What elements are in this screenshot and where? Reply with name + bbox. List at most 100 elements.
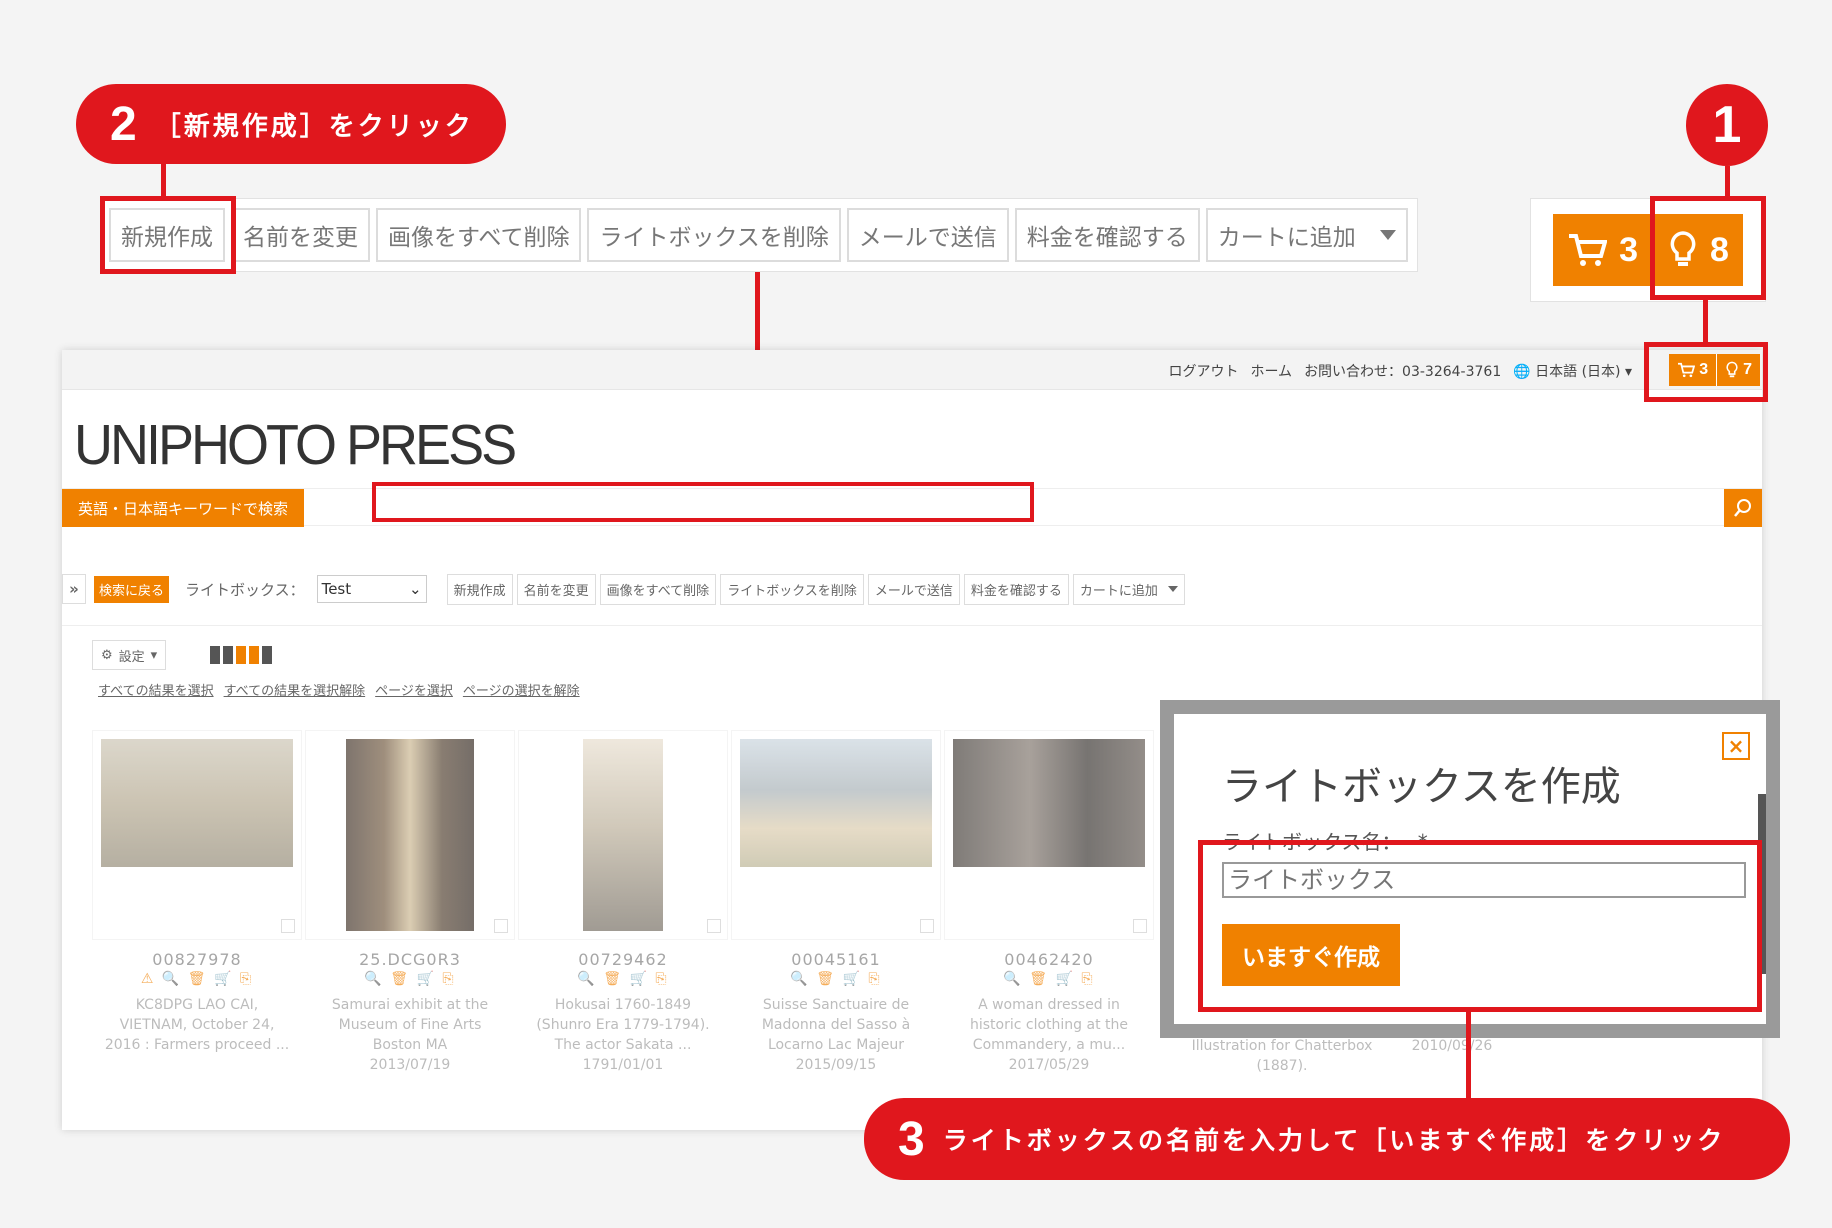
delete-lightbox-button[interactable]: ライトボックスを削除 [587,208,841,262]
deselect-all-link[interactable]: すべての結果を選択解除 [224,680,366,699]
settings-dropdown[interactable]: ⚙ 設定 ▾ [92,640,167,670]
callout-step1: 1 [1686,84,1768,166]
divider [62,625,1762,626]
result-desc-line: KC8DPG LAO CAI, [135,997,259,1013]
deselect-page-link[interactable]: ページの選択を解除 [463,680,580,699]
result-card[interactable] [731,730,941,940]
result-card[interactable] [92,730,302,940]
zoomed-cart-button[interactable]: 3 [1553,214,1652,286]
callout-step3-text: ライトボックスの名前を入力して［いますぐ作成］をクリック [942,1126,1726,1155]
double-chevron-icon[interactable]: » [62,574,86,604]
site-logo[interactable]: UNIPHOTO PRESS [74,412,517,477]
result-desc-line: Madonna del Sasso à [761,1017,911,1033]
callout-step1-connector [1725,166,1730,196]
result-meta: 25.DCG0R3 🔍 🗑 🛒 ⎘ Samurai exhibit at the… [305,950,515,1075]
logout-link[interactable]: ログアウト [1168,361,1238,381]
result-card[interactable] [944,730,1154,940]
action-icons[interactable]: 🔍 🗑 🛒 ⎘ [305,971,515,993]
result-desc-line: Samurai exhibit at the [331,997,489,1013]
list-icon[interactable] [262,646,272,664]
callout-step2-connector [161,164,166,198]
thumbnail-image[interactable] [740,739,932,867]
thumbnail-image[interactable] [583,739,663,931]
lightbox-select[interactable]: Test ⌄ [316,575,427,603]
callout-step3: 3 ライトボックスの名前を入力して［いますぐ作成］をクリック [864,1098,1790,1180]
callout-step2: 2 ［新規作成］をクリック [76,84,506,164]
top-bar: ログアウト ホーム お問い合わせ：03-3264-3761 🌐 日本語 (日本)… [62,350,1762,390]
small-add-cart-label: カートに追加 [1079,583,1158,599]
search-label: 英語・日本語キーワードで検索 [62,489,305,527]
result-id: 00827978 [152,950,242,969]
add-to-cart-label: カートに追加 [1217,225,1356,251]
chevron-down-icon: ▾ [150,647,158,663]
send-email-button[interactable]: メールで送信 [846,208,1009,262]
small-delete-images-button[interactable]: 画像をすべて削除 [599,573,717,605]
language-label: 日本語 (日本) [1535,364,1621,380]
small-email-button[interactable]: メールで送信 [867,573,960,605]
view-toggle[interactable] [210,646,272,664]
chevron-down-icon [1379,230,1396,240]
back-to-search-button[interactable]: 検索に戻る [94,575,170,603]
small-delete-lightbox-button[interactable]: ライトボックスを削除 [720,573,864,605]
select-all-link[interactable]: すべての結果を選択 [98,680,214,699]
lightbox-toolbar: 新規作成 名前を変更 画像をすべて削除 ライトボックスを削除 メールで送信 料金… [446,573,1185,605]
zoomed-cart-count: 3 [1619,230,1638,269]
result-desc-line: VIETNAM, October 24, [119,1017,275,1033]
search-icon[interactable] [1724,489,1762,527]
zoomed-toolbar: 新規作成 名前を変更 画像をすべて削除 ライトボックスを削除 メールで送信 料金… [100,198,1418,272]
select-checkbox[interactable] [494,919,508,933]
highlight-dialog-form [1198,840,1762,1012]
result-meta: 00045161 🔍 🗑 🛒 ⎘ Suisse Sanctuaire de Ma… [731,950,941,1075]
small-rename-button[interactable]: 名前を変更 [516,573,596,605]
select-checkbox[interactable] [1133,919,1147,933]
result-desc-line: (1887). [1256,1058,1308,1074]
action-icons[interactable]: 🔍 🗑 🛒 ⎘ [518,971,728,993]
check-price-button[interactable]: 料金を確認する [1014,208,1200,262]
select-checkbox[interactable] [920,919,934,933]
result-card[interactable] [305,730,515,940]
result-desc-line: Boston MA [372,1037,448,1053]
highlight-small-toolbar [372,482,1034,522]
result-desc-line: Museum of Fine Arts [338,1017,482,1033]
delete-all-images-button[interactable]: 画像をすべて削除 [376,208,582,262]
small-price-button[interactable]: 料金を確認する [963,573,1069,605]
result-cards [92,730,1154,940]
select-checkbox[interactable] [281,919,295,933]
rename-button[interactable]: 名前を変更 [231,208,370,262]
thumbnail-image[interactable] [101,739,293,867]
result-card[interactable] [518,730,728,940]
language-select[interactable]: 🌐 日本語 (日本) ▾ [1513,361,1632,381]
small-new-button[interactable]: 新規作成 [446,573,513,605]
result-desc-line: Commandery, a mu... [972,1037,1126,1053]
result-id: 00045161 [791,950,881,969]
contact-text: お問い合わせ：03-3264-3761 [1304,364,1502,380]
result-date: 2013/07/19 [369,1057,451,1073]
result-desc-line: Suisse Sanctuaire de [762,997,910,1013]
lightbox-row: » 検索に戻る ライトボックス： Test ⌄ 新規作成 名前を変更 画像をすべ… [62,572,1762,606]
result-meta: 00729462 🔍 🗑 🛒 ⎘ Hokusai 1760-1849 (Shun… [518,950,728,1075]
grid-medium-icon[interactable] [236,646,246,664]
thumbnail-image[interactable] [346,739,474,931]
selection-links: すべての結果を選択 すべての結果を選択解除 ページを選択 ページの選択を解除 [98,680,580,699]
action-icons[interactable]: ⚠ 🔍 🗑 🛒 ⎘ [92,971,302,993]
settings-label: 設定 [118,649,145,665]
select-checkbox[interactable] [707,919,721,933]
add-to-cart-dropdown[interactable]: カートに追加 [1205,208,1408,262]
result-desc-line: A woman dressed in [978,997,1120,1013]
action-icons[interactable]: 🔍 🗑 🛒 ⎘ [944,971,1154,993]
result-desc-line: Illustration for Chatterbox [1191,1038,1373,1054]
result-date: 2017/05/29 [1008,1057,1090,1073]
close-icon[interactable]: × [1722,732,1750,760]
result-id: 00729462 [578,950,668,969]
select-page-link[interactable]: ページを選択 [375,680,453,699]
result-meta: 00462420 🔍 🗑 🛒 ⎘ A woman dressed in hist… [944,950,1154,1075]
result-id: 25.DCG0R3 [359,950,461,969]
chevron-down-icon: ⌄ [409,580,422,598]
action-icons[interactable]: 🔍 🗑 🛒 ⎘ [731,971,941,993]
small-add-cart-dropdown[interactable]: カートに追加 [1072,573,1185,605]
thumbnail-image[interactable] [953,739,1145,867]
lightbox-label: ライトボックス： [185,580,305,599]
callout-step2-text: ［新規作成］をクリック [154,111,474,142]
grid-small-icon[interactable] [210,646,220,664]
home-link[interactable]: ホーム [1250,361,1292,381]
